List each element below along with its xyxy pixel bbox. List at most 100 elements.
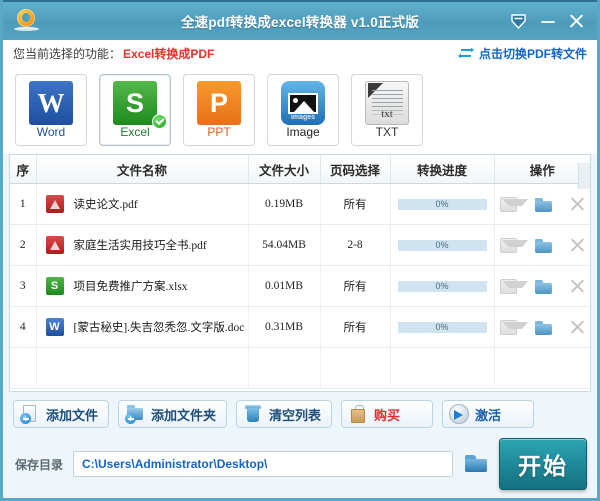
- page-selection[interactable]: 所有: [320, 183, 391, 225]
- browse-folder-icon[interactable]: [463, 453, 489, 475]
- swap-arrows-icon: [457, 47, 474, 60]
- format-label-image: Image: [286, 125, 320, 139]
- table-scrollbar[interactable]: [578, 163, 590, 189]
- selected-check-icon: [152, 114, 167, 129]
- word-icon: W: [29, 81, 73, 125]
- save-directory-row: 保存目录 C:\Users\Administrator\Desktop\ 开始: [3, 436, 597, 498]
- start-button[interactable]: 开始: [499, 438, 587, 490]
- save-path-input[interactable]: C:\Users\Administrator\Desktop\: [73, 451, 453, 477]
- word-file-icon: W: [45, 318, 64, 336]
- activate-arrow-icon: [449, 404, 470, 424]
- function-bar: 您当前选择的功能： Excel转换成PDF 点击切换PDF转文件: [3, 40, 597, 66]
- bottom-toolbar: 添加文件 添加文件夹 清空列表 购买 激活: [3, 392, 597, 436]
- column-header-actions: 操作: [494, 155, 590, 184]
- application-window: 全速pdf转换成excel转换器 v1.0正式版 您当前选择的功能： Excel…: [0, 0, 600, 501]
- row-index: 4: [10, 306, 37, 348]
- clear-list-button[interactable]: 清空列表: [236, 400, 333, 428]
- excel-file-icon: S: [45, 277, 64, 295]
- file-size: 54.04MB: [248, 224, 321, 266]
- open-folder-icon[interactable]: [534, 197, 552, 212]
- mail-icon[interactable]: [499, 237, 528, 253]
- mail-icon[interactable]: [499, 278, 528, 294]
- file-list-table: 序 文件名称 文件大小 页码选择 转换进度 操作 1 读史论文.pdf 0.19…: [9, 154, 591, 392]
- window-controls: [510, 13, 597, 30]
- format-selector: W Word S Excel P PPT images Image txt TX…: [3, 66, 597, 154]
- add-file-label: 添加文件: [46, 407, 99, 423]
- trash-icon: [243, 404, 263, 424]
- file-size: 0.19MB: [248, 183, 321, 225]
- format-button-txt[interactable]: txt TXT: [351, 74, 423, 146]
- page-selection[interactable]: 所有: [320, 265, 391, 307]
- format-button-image[interactable]: images Image: [267, 74, 339, 146]
- table-row[interactable]: 2 家庭生活实用技巧全书.pdf 54.04MB 2-8 0%: [10, 224, 590, 266]
- remove-close-icon[interactable]: [570, 238, 585, 253]
- shopping-bag-icon: [348, 404, 368, 424]
- format-button-word[interactable]: W Word: [15, 74, 87, 146]
- table-row[interactable]: 3 S 项目免费推广方案.xlsx 0.01MB 所有 0%: [10, 265, 590, 307]
- progress-bar: 0%: [397, 239, 487, 251]
- file-name: [蒙古秘史].失吉忽秃忽.文字版.doc: [73, 322, 245, 334]
- ppt-icon: P: [197, 81, 241, 125]
- remove-close-icon[interactable]: [570, 197, 585, 212]
- progress-value: 0%: [435, 322, 449, 332]
- add-file-button[interactable]: 添加文件: [13, 400, 110, 428]
- format-button-ppt[interactable]: P PPT: [183, 74, 255, 146]
- activate-label: 激活: [475, 407, 502, 423]
- column-header-pages: 页码选择: [320, 155, 391, 184]
- purchase-button[interactable]: 购买: [341, 400, 434, 428]
- activate-button[interactable]: 激活: [442, 400, 535, 428]
- mail-icon[interactable]: [499, 196, 528, 212]
- progress-bar: 0%: [397, 280, 487, 292]
- page-selection[interactable]: 2-8: [320, 224, 391, 266]
- open-folder-icon[interactable]: [534, 279, 552, 294]
- switch-mode-label: 点击切换PDF转文件: [478, 46, 587, 61]
- add-file-icon: [20, 404, 40, 424]
- file-name: 读史论文.pdf: [73, 199, 138, 211]
- window-title: 全速pdf转换成excel转换器 v1.0正式版: [180, 15, 420, 30]
- column-header-progress: 转换进度: [390, 155, 495, 184]
- add-folder-icon: [125, 404, 145, 424]
- progress-value: 0%: [435, 199, 449, 209]
- function-value: Excel转换成PDF: [123, 46, 215, 61]
- title-bar: 全速pdf转换成excel转换器 v1.0正式版: [3, 0, 597, 40]
- save-directory-label: 保存目录: [15, 457, 64, 472]
- pdf-file-icon: [45, 236, 64, 254]
- file-name: 项目免费推广方案.xlsx: [73, 281, 188, 293]
- column-header-index: 序: [10, 155, 37, 184]
- add-folder-label: 添加文件夹: [151, 407, 217, 423]
- clear-list-label: 清空列表: [269, 407, 322, 423]
- pdf-file-icon: [45, 195, 64, 213]
- excel-icon: S: [113, 81, 157, 125]
- file-size: 0.31MB: [248, 306, 321, 348]
- mail-icon[interactable]: [499, 319, 528, 335]
- open-folder-icon[interactable]: [534, 320, 552, 335]
- minimize-icon[interactable]: [541, 14, 555, 28]
- app-logo-icon: [12, 6, 42, 36]
- close-icon[interactable]: [569, 14, 584, 29]
- progress-value: 0%: [435, 281, 449, 291]
- format-label-word: Word: [36, 125, 66, 139]
- format-label-excel: Excel: [120, 125, 150, 139]
- save-path-value: C:\Users\Administrator\Desktop\: [82, 457, 268, 471]
- format-button-excel[interactable]: S Excel: [99, 74, 171, 146]
- remove-close-icon[interactable]: [570, 279, 585, 294]
- add-folder-button[interactable]: 添加文件夹: [118, 400, 228, 428]
- switch-mode-link[interactable]: 点击切换PDF转文件: [457, 45, 587, 62]
- progress-bar: 0%: [397, 321, 487, 333]
- table-row[interactable]: 4 W [蒙古秘史].失吉忽秃忽.文字版.doc 0.31MB 所有 0%: [10, 306, 590, 348]
- function-label: 您当前选择的功能：: [13, 46, 122, 61]
- image-icon: images: [281, 81, 325, 125]
- open-folder-icon[interactable]: [534, 238, 552, 253]
- row-index: 1: [10, 183, 37, 225]
- file-size: 0.01MB: [248, 265, 321, 307]
- collapse-down-arrow-icon[interactable]: [510, 13, 527, 30]
- table-row[interactable]: 1 读史论文.pdf 0.19MB 所有 0%: [10, 183, 590, 225]
- column-header-size: 文件大小: [248, 155, 321, 184]
- page-selection[interactable]: 所有: [320, 306, 391, 348]
- file-name: 家庭生活实用技巧全书.pdf: [73, 240, 207, 252]
- table-header-row: 序 文件名称 文件大小 页码选择 转换进度 操作: [10, 155, 590, 184]
- remove-close-icon[interactable]: [570, 320, 585, 335]
- format-label-txt: TXT: [375, 125, 399, 139]
- column-header-name: 文件名称: [36, 155, 249, 184]
- progress-value: 0%: [435, 240, 449, 250]
